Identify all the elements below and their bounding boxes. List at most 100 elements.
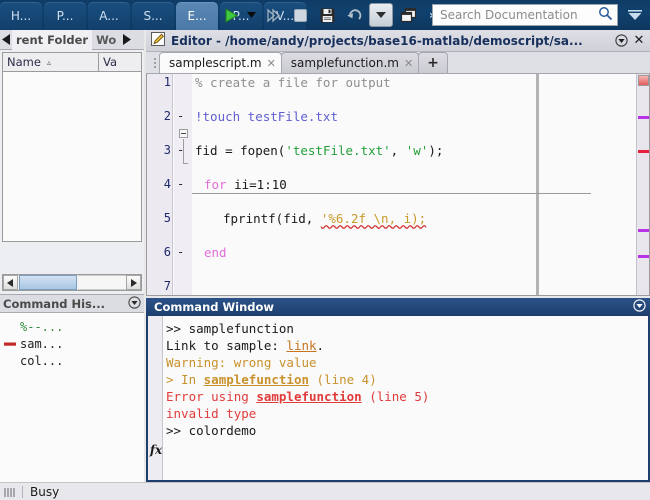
- stack-line-link[interactable]: (line 5): [362, 389, 429, 404]
- command-line-error: Error using samplefunction (line 5): [166, 388, 646, 405]
- command-text: .: [316, 338, 325, 353]
- code-line[interactable]: 5 fprintf(fid, '%6.2f \n, i);: [147, 210, 649, 227]
- panel-tab-current-folder[interactable]: rent Folder: [12, 29, 93, 50]
- command-text: >> colordemo: [166, 423, 257, 438]
- layout-button[interactable]: [396, 3, 420, 27]
- editor-titlebar: Editor - /home/andy/projects/base16-matl…: [146, 30, 650, 52]
- minimap-mark[interactable]: [638, 255, 649, 258]
- drag-grip-icon[interactable]: [4, 486, 18, 497]
- status-text: Busy: [30, 484, 60, 499]
- history-entry-text: %--...: [20, 319, 64, 334]
- code-text: !touch testFile.txt: [195, 109, 338, 124]
- code-text: % create a file for output: [195, 75, 391, 90]
- panel-tab-workspace[interactable]: Wo: [92, 30, 120, 50]
- code-line[interactable]: 1 % create a file for output: [147, 74, 649, 91]
- ribbon-tab-editor[interactable]: E...: [176, 2, 218, 30]
- drag-grip-icon[interactable]: [150, 55, 159, 73]
- warning-text: > In: [166, 372, 204, 387]
- code-line[interactable]: 6 - end: [147, 244, 649, 261]
- error-indicator-square[interactable]: [638, 75, 649, 86]
- chevron-down-circle-icon[interactable]: [633, 299, 646, 315]
- step-forward-button: [261, 3, 285, 27]
- line-number: 3: [163, 143, 171, 157]
- editor-tab-samplefunction[interactable]: samplefunction.m ✕: [280, 52, 420, 73]
- scroll-right-icon[interactable]: [126, 275, 141, 290]
- command-history-title: Command His...: [3, 296, 106, 311]
- line-number: 2: [163, 109, 171, 123]
- code-line[interactable]: 3 - fid = fopen('testFile.txt', 'w');: [147, 142, 649, 159]
- command-line-warning: > In samplefunction (line 4): [166, 371, 646, 388]
- minimap-mark[interactable]: [638, 116, 649, 119]
- editor-minimap-gutter[interactable]: [636, 74, 649, 295]
- column-header-value-label: Va: [103, 55, 118, 69]
- line-number: 5: [163, 211, 171, 225]
- pencil-edit-icon: [150, 31, 166, 50]
- search-documentation-input[interactable]: Search Documentation: [432, 4, 618, 26]
- left-panel-tabbar: rent Folder Wo: [0, 29, 144, 50]
- ribbon-tab-home-label: H...: [10, 9, 32, 23]
- code-line[interactable]: 7: [147, 278, 649, 295]
- save-button[interactable]: [315, 3, 339, 27]
- ribbon-tab-apps[interactable]: A...: [88, 2, 130, 30]
- stack-link[interactable]: samplefunction: [256, 389, 361, 404]
- scroll-left-icon[interactable]: [3, 275, 18, 290]
- code-span: fprintf(fid,: [223, 211, 321, 226]
- undo-dropdown[interactable]: [369, 3, 393, 27]
- stack-link[interactable]: samplefunction: [204, 372, 309, 387]
- ribbon-tab-shortcuts[interactable]: S...: [132, 2, 174, 30]
- file-table-hscrollbar[interactable]: [2, 274, 142, 291]
- sort-ascending-icon: ▵: [46, 57, 51, 67]
- command-text: Link to sample:: [166, 338, 287, 353]
- code-span: ii=1:10: [226, 177, 287, 192]
- breakpoint-dash: -: [177, 245, 185, 259]
- minimap-mark[interactable]: [638, 229, 649, 232]
- minimap-mark-error[interactable]: [638, 150, 649, 153]
- toolbar-button-group: »: [218, 0, 437, 30]
- hyperlink[interactable]: link: [286, 338, 316, 353]
- run-button[interactable]: [218, 3, 242, 27]
- list-item[interactable]: %--...: [0, 318, 144, 335]
- close-icon[interactable]: ✕: [404, 57, 413, 70]
- error-text: Error using: [166, 389, 257, 404]
- command-line-error: invalid type: [166, 405, 646, 422]
- command-window-body[interactable]: >> samplefunction Link to sample: link. …: [146, 316, 650, 482]
- toolbar-collapse-button[interactable]: [626, 8, 644, 22]
- status-bar: Busy: [0, 482, 650, 500]
- file-list-table[interactable]: Name ▵ Va: [2, 52, 142, 242]
- command-history-header: Command His...: [0, 294, 144, 313]
- ribbon-tab-home[interactable]: H...: [0, 2, 42, 30]
- fx-prompt-icon[interactable]: fx: [149, 442, 163, 458]
- triangle-left-icon[interactable]: [0, 30, 12, 50]
- ribbon-tab-plots-label: P...: [56, 9, 74, 23]
- code-editor-area[interactable]: 1 % create a file for output 2 - !touch …: [146, 74, 650, 296]
- ribbon-tab-plots[interactable]: P...: [44, 2, 86, 30]
- panel-tab-workspace-label: Wo: [96, 32, 117, 47]
- editor-tab-samplescript[interactable]: samplescript.m ✕: [159, 52, 282, 73]
- code-line[interactable]: 2 - !touch testFile.txt: [147, 108, 649, 125]
- list-item[interactable]: col...: [0, 352, 144, 369]
- warning-text: Warning: wrong value: [166, 355, 317, 370]
- run-options-dropdown[interactable]: [245, 3, 258, 27]
- column-header-name[interactable]: Name ▵: [3, 53, 99, 71]
- list-item[interactable]: sam...: [0, 335, 144, 352]
- line-number: 4: [163, 177, 171, 191]
- editor-tab-new[interactable]: +: [418, 52, 448, 73]
- hscroll-thumb[interactable]: [19, 275, 77, 290]
- hscroll-track[interactable]: [78, 275, 126, 290]
- triangle-right-icon[interactable]: [120, 30, 132, 50]
- command-history-list[interactable]: %--... sam... col...: [0, 313, 144, 498]
- line-number: 7: [163, 279, 171, 293]
- chevron-down-circle-icon[interactable]: [614, 34, 628, 48]
- ribbon-tab-shortcuts-label: S...: [143, 9, 163, 23]
- close-icon[interactable]: ✕: [267, 57, 276, 70]
- close-icon[interactable]: ✕: [632, 33, 646, 48]
- column-header-value[interactable]: Va: [99, 53, 141, 71]
- chevron-down-circle-icon[interactable]: [128, 295, 141, 312]
- stack-line-link[interactable]: (line 4): [309, 372, 377, 387]
- error-text: invalid type: [166, 406, 257, 421]
- code-line[interactable]: 4 - for ii=1:10: [147, 176, 649, 193]
- command-line: >> samplefunction: [166, 320, 646, 337]
- left-panel-column: rent Folder Wo Name ▵ Va Command His... …: [0, 29, 144, 500]
- code-span: );: [428, 143, 444, 158]
- status-separator: [22, 485, 23, 498]
